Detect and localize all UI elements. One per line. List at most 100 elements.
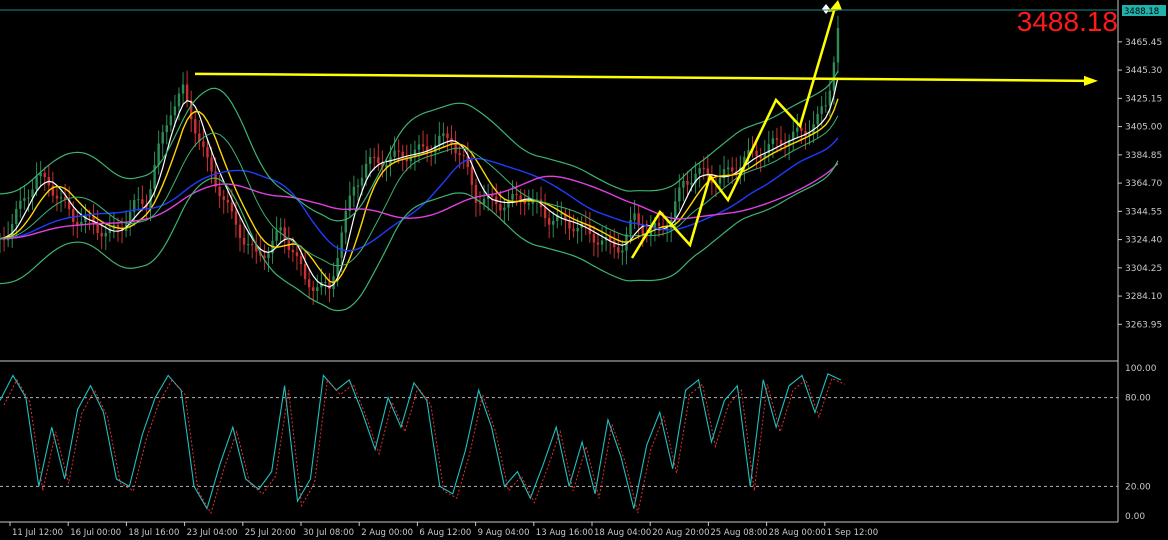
candle-body (718, 177, 722, 184)
candle-body (755, 150, 758, 157)
x-tick-label: 11 Jul 12:00 (12, 528, 63, 538)
candle-body (234, 211, 238, 225)
x-tick-label: 25 Jul 20:00 (245, 528, 296, 538)
candle-body (267, 253, 270, 259)
candle-body (226, 199, 229, 203)
candle-body (462, 155, 465, 157)
candle-body (59, 197, 63, 199)
stoch-signal-line (3, 377, 846, 515)
candle-body (779, 139, 783, 145)
candle-body (165, 125, 168, 133)
candle-body (482, 198, 486, 204)
candle-body (527, 203, 531, 205)
current-price-display: 3488.18 (1016, 6, 1118, 37)
candle-body (446, 133, 449, 139)
stoch-tick-label: 80.00 (1125, 394, 1151, 404)
candle-body (19, 200, 22, 209)
candle-body (600, 240, 604, 245)
candle-body (230, 202, 234, 212)
candle-body (702, 168, 705, 170)
x-tick-label: 23 Jul 04:00 (187, 528, 238, 538)
candle-body (368, 157, 372, 164)
candle-body (458, 153, 461, 156)
candle-body (515, 193, 518, 196)
candle-body (836, 27, 840, 63)
x-tick-label: 2 Aug 00:00 (361, 528, 413, 538)
candle-body (43, 172, 46, 178)
candle-body (194, 119, 197, 134)
candle-body (246, 244, 250, 246)
candle-body (698, 168, 701, 174)
candle-body (503, 207, 506, 211)
candle-body (511, 193, 514, 200)
x-tick-label: 30 Jul 08:00 (303, 528, 354, 538)
stoch-tick-label: 100.00 (1125, 364, 1157, 374)
candle-body (55, 195, 59, 199)
candle-body (397, 150, 400, 152)
candle-body (421, 144, 425, 147)
current-price-label-text: 3488.18 (1124, 7, 1159, 17)
candle-body (596, 242, 600, 245)
candle-body (560, 213, 563, 215)
candle-body (820, 106, 823, 114)
candle-body (547, 218, 551, 225)
y-tick-label: 3405.00 (1125, 123, 1162, 133)
y-tick-label: 3364.70 (1125, 179, 1162, 189)
candle-body (210, 157, 213, 172)
candle-body (104, 232, 107, 237)
candle-body (543, 207, 547, 219)
candle-body (295, 252, 299, 257)
y-tick-label: 3445.30 (1125, 66, 1162, 76)
candle-body (816, 113, 819, 125)
candle-body (576, 227, 579, 232)
last-bar-marker (822, 4, 830, 14)
candle-body (572, 228, 575, 232)
y-tick-label: 3324.40 (1125, 236, 1162, 246)
candle-body (592, 233, 596, 243)
candle-body (299, 256, 303, 264)
candle-body (364, 163, 368, 178)
candle-body (96, 223, 99, 233)
candle-body (783, 144, 787, 147)
x-tick-label: 16 Jul 00:00 (70, 528, 121, 538)
candle-body (222, 196, 225, 200)
candle-body (657, 222, 661, 226)
candle-body (336, 257, 339, 277)
candle-body (251, 244, 254, 246)
candle-body (828, 90, 832, 106)
y-tick-label: 3304.25 (1125, 264, 1162, 274)
x-tick-label: 18 Aug 04:00 (594, 528, 651, 538)
x-tick-label: 25 Aug 08:00 (710, 528, 767, 538)
candle-body (173, 106, 177, 116)
resistance-arrow-head (1084, 75, 1098, 86)
candle-body (344, 211, 347, 233)
candle-body (303, 263, 307, 280)
candle-body (141, 199, 144, 205)
candle-body (307, 279, 311, 288)
price-chart[interactable]: 3465.45 3445.30 3425.15 3405.00 3384.85 3364.… (0, 0, 1168, 540)
candle-body (442, 133, 445, 136)
candle-body (824, 105, 827, 107)
candle-body (283, 227, 286, 241)
candle-body (552, 221, 555, 225)
candle-body (218, 186, 221, 197)
candle-body (275, 230, 278, 241)
candle-body (686, 181, 689, 185)
x-tick-label: 18 Jul 16:00 (128, 528, 179, 538)
stochastic-panel (0, 373, 1118, 515)
candle-body (377, 157, 380, 164)
candle-body (678, 187, 681, 202)
candle-body (177, 93, 181, 107)
x-tick-label: 13 Aug 16:00 (536, 528, 593, 538)
candle-body (291, 249, 295, 253)
main-price-panel (0, 0, 1098, 312)
candle-body (23, 198, 26, 201)
candle-body (731, 167, 734, 172)
candle-body (242, 237, 246, 245)
candle-body (157, 143, 160, 166)
candle-body (499, 204, 502, 211)
candle-body (206, 147, 209, 158)
y-tick-label: 3425.15 (1125, 94, 1162, 104)
candle-body (438, 135, 441, 146)
candle-body (169, 115, 173, 126)
